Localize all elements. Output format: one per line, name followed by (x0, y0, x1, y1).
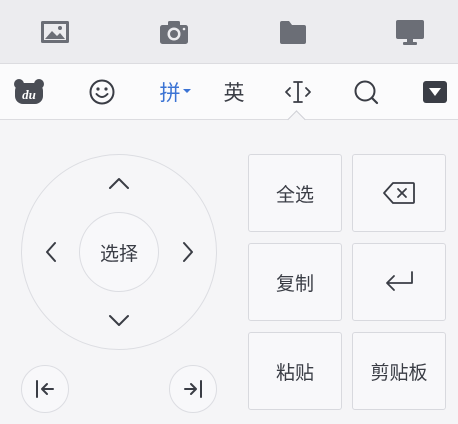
du-logo-text: du (22, 87, 36, 102)
folder-icon[interactable] (271, 12, 315, 52)
du-logo-icon[interactable]: du (6, 70, 52, 114)
jump-to-start-icon (36, 380, 54, 398)
cursor-left-button[interactable] (36, 237, 66, 267)
search-icon[interactable] (343, 70, 389, 114)
select-all-label: 全选 (275, 183, 314, 206)
enter-button[interactable] (352, 243, 446, 321)
chevron-up-icon (109, 178, 129, 189)
image-icon[interactable] (33, 12, 77, 52)
media-bar (0, 0, 458, 64)
clipboard-button[interactable]: 剪贴板 (352, 332, 446, 410)
clipboard-label: 剪贴板 (370, 361, 428, 384)
copy-label: 复制 (275, 272, 314, 295)
select-button[interactable]: 选择 (79, 212, 159, 292)
cursor-home-button[interactable] (21, 365, 69, 413)
jump-to-end-icon (184, 380, 202, 398)
pinyin-dropdown-icon (182, 88, 191, 94)
chevron-right-icon (183, 242, 193, 262)
cursor-edit-icon[interactable] (275, 70, 321, 114)
english-input-button[interactable]: 英 (211, 70, 257, 114)
monitor-icon[interactable] (388, 12, 432, 52)
pinyin-input-button[interactable]: 拼 (150, 70, 200, 114)
enter-icon (386, 271, 413, 291)
cursor-right-button[interactable] (173, 237, 203, 267)
backspace-icon (383, 182, 415, 204)
emoji-icon[interactable] (79, 70, 125, 114)
chevron-left-icon (46, 242, 56, 262)
select-label: 选择 (99, 242, 138, 265)
keyboard-toolbar: du 拼 英 (0, 64, 458, 120)
cursor-up-button[interactable] (104, 168, 134, 198)
camera-icon[interactable] (152, 12, 196, 52)
pinyin-label: 拼 (159, 81, 181, 105)
copy-button[interactable]: 复制 (248, 243, 342, 321)
collapse-keyboard-icon[interactable] (412, 70, 458, 114)
cursor-end-button[interactable] (169, 365, 217, 413)
paste-button[interactable]: 粘贴 (248, 332, 342, 410)
backspace-button[interactable] (352, 154, 446, 232)
paste-label: 粘贴 (275, 361, 314, 384)
cursor-down-button[interactable] (104, 306, 134, 336)
select-all-button[interactable]: 全选 (248, 154, 342, 232)
english-label: 英 (223, 81, 245, 105)
chevron-down-icon (109, 315, 129, 326)
